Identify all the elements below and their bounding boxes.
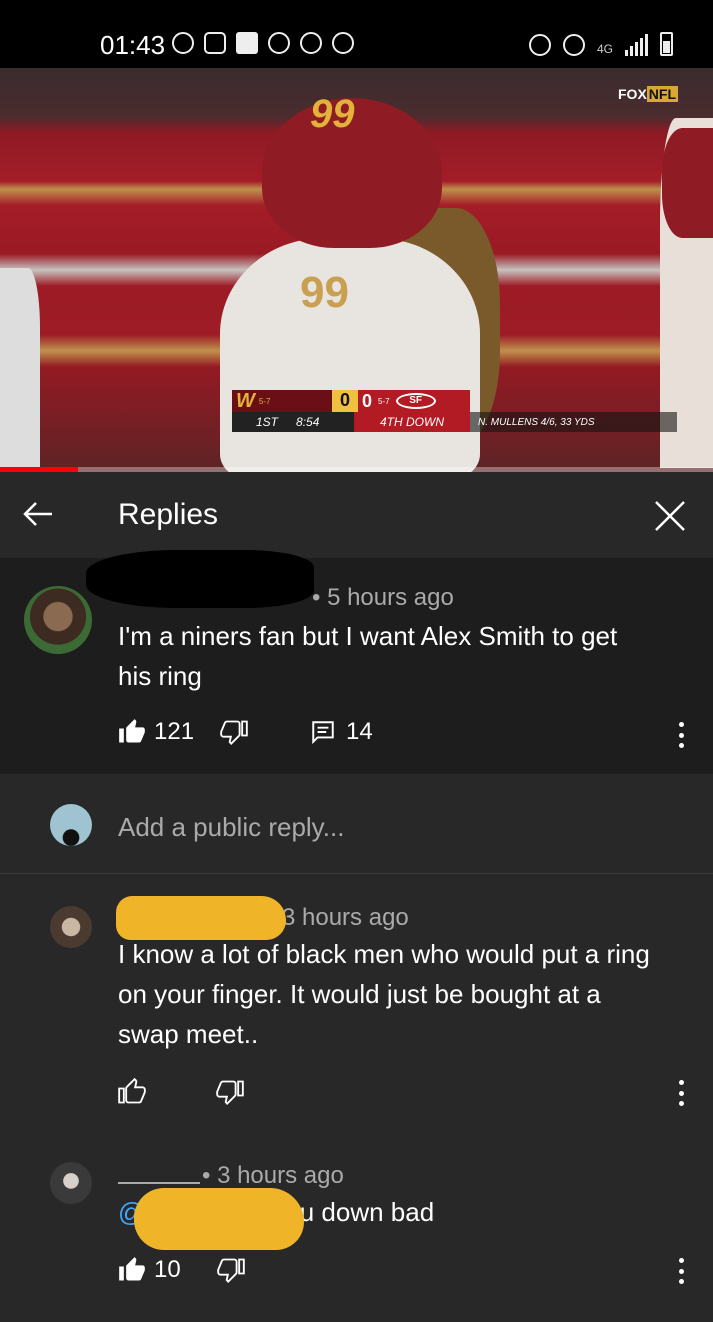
helmet-right [662, 128, 713, 238]
notification-icons [172, 32, 354, 54]
avatar[interactable] [50, 906, 92, 948]
home-score: 0 [332, 390, 358, 412]
scorebug-status: 1ST 8:54 4TH DOWN N. MULLENS 4/6, 33 YDS [232, 412, 677, 432]
game-clock: 1ST 8:54 [232, 412, 354, 432]
close-icon[interactable] [648, 494, 692, 538]
reply-composer[interactable]: Add a public reply... [0, 774, 713, 874]
down-label: 4TH DOWN [354, 412, 470, 432]
username-underline [118, 1182, 200, 1184]
player-figure-left [0, 268, 40, 468]
like-count: 121 [154, 718, 195, 745]
tumblr-icon [236, 32, 258, 54]
signal-icon [625, 34, 648, 56]
comment-timestamp: • 5 hours ago [312, 584, 454, 611]
away-record: 5-7 [378, 396, 390, 406]
reply-count: 14 [346, 718, 373, 745]
away-score: 0 [362, 390, 373, 411]
scorebug: W 5-7 0 0 5-7 SF [232, 390, 470, 412]
avatar[interactable] [50, 1162, 92, 1204]
back-arrow-icon[interactable] [18, 494, 58, 534]
comment-text: I know a lot of black men who would put … [118, 934, 650, 1054]
stat-label: N. MULLENS 4/6, 33 YDS [470, 412, 677, 432]
away-team: 0 5-7 SF [358, 390, 470, 412]
comment-actions: 10 [118, 1256, 245, 1284]
comment-actions [118, 1078, 244, 1106]
football-icon [332, 32, 354, 54]
my-avatar [50, 804, 92, 846]
player-body [220, 238, 480, 472]
thumbs-up-filled-icon[interactable] [118, 718, 146, 746]
like-count: 10 [154, 1256, 181, 1283]
status-bar: 01:43 4G [0, 0, 713, 68]
parent-comment: • 5 hours ago I'm a niners fan but I wan… [0, 550, 713, 774]
comment-text-line: swap meet.. [118, 1019, 259, 1049]
comment-text-line: I know a lot of black men who would put … [118, 939, 650, 969]
alarm-icon [528, 34, 551, 56]
more-options-icon[interactable] [678, 722, 684, 748]
video-player[interactable]: 99 99 FOX NFL W 5-7 0 0 5-7 SF 1ST 8:54 4… [0, 68, 713, 472]
slack-icon [300, 32, 322, 54]
washington-logo: W [236, 389, 255, 412]
thumbs-down-icon[interactable] [216, 1078, 244, 1106]
app-ring-icon [268, 32, 290, 54]
comment-text-line: his ring [118, 661, 202, 691]
avatar[interactable] [24, 586, 92, 654]
nfl-logo-text: NFL [646, 86, 678, 102]
clock-label: 8:54 [296, 415, 320, 429]
comment-text-line: on your finger. It would just be bought … [118, 979, 601, 1009]
niners-logo: SF [395, 393, 436, 409]
snapchat-icon [172, 32, 194, 54]
page-title: Replies [118, 498, 219, 531]
more-options-icon[interactable] [678, 1258, 684, 1284]
thumbs-down-icon[interactable] [220, 718, 248, 746]
more-options-icon[interactable] [678, 1080, 684, 1106]
comment-timestamp: • 3 hours ago [202, 1162, 344, 1189]
reply-comment: • 3 hours ago @Fyou down bad 10 [0, 1144, 713, 1322]
home-record: 5-7 [258, 396, 271, 406]
helmet-number: 99 [310, 92, 355, 136]
comment-timestamp: 3 hours ago [282, 904, 409, 931]
instagram-icon [204, 32, 226, 54]
thumbs-down-icon[interactable] [216, 1256, 245, 1284]
jersey-number: 99 [300, 268, 349, 317]
wifi-icon [562, 34, 585, 56]
comment-text: I'm a niners fan but I want Alex Smith t… [118, 616, 617, 696]
thumbs-up-filled-icon[interactable] [118, 1256, 146, 1284]
system-icons: 4G [528, 32, 673, 56]
quarter-label: 1ST [256, 415, 279, 429]
home-team: W 5-7 [232, 390, 332, 412]
redacted-username [116, 896, 286, 940]
comment-actions: 121 14 [118, 718, 373, 746]
thumbs-up-icon[interactable] [118, 1078, 146, 1106]
fox-nfl-logo: FOX NFL [618, 86, 678, 102]
reply-comment: 3 hours ago I know a lot of black men wh… [0, 874, 713, 1144]
reply-input[interactable]: Add a public reply... [118, 812, 344, 843]
comment-text-line: I'm a niners fan but I want Alex Smith t… [118, 621, 618, 651]
replies-header: Replies [0, 472, 713, 558]
replies-icon[interactable] [310, 719, 336, 745]
redacted-username [134, 1188, 304, 1250]
redacted-username [86, 550, 314, 608]
status-time: 01:43 [100, 30, 166, 60]
network-label: 4G [596, 42, 613, 56]
fox-logo-text: FOX [618, 86, 647, 102]
battery-icon [660, 32, 673, 56]
